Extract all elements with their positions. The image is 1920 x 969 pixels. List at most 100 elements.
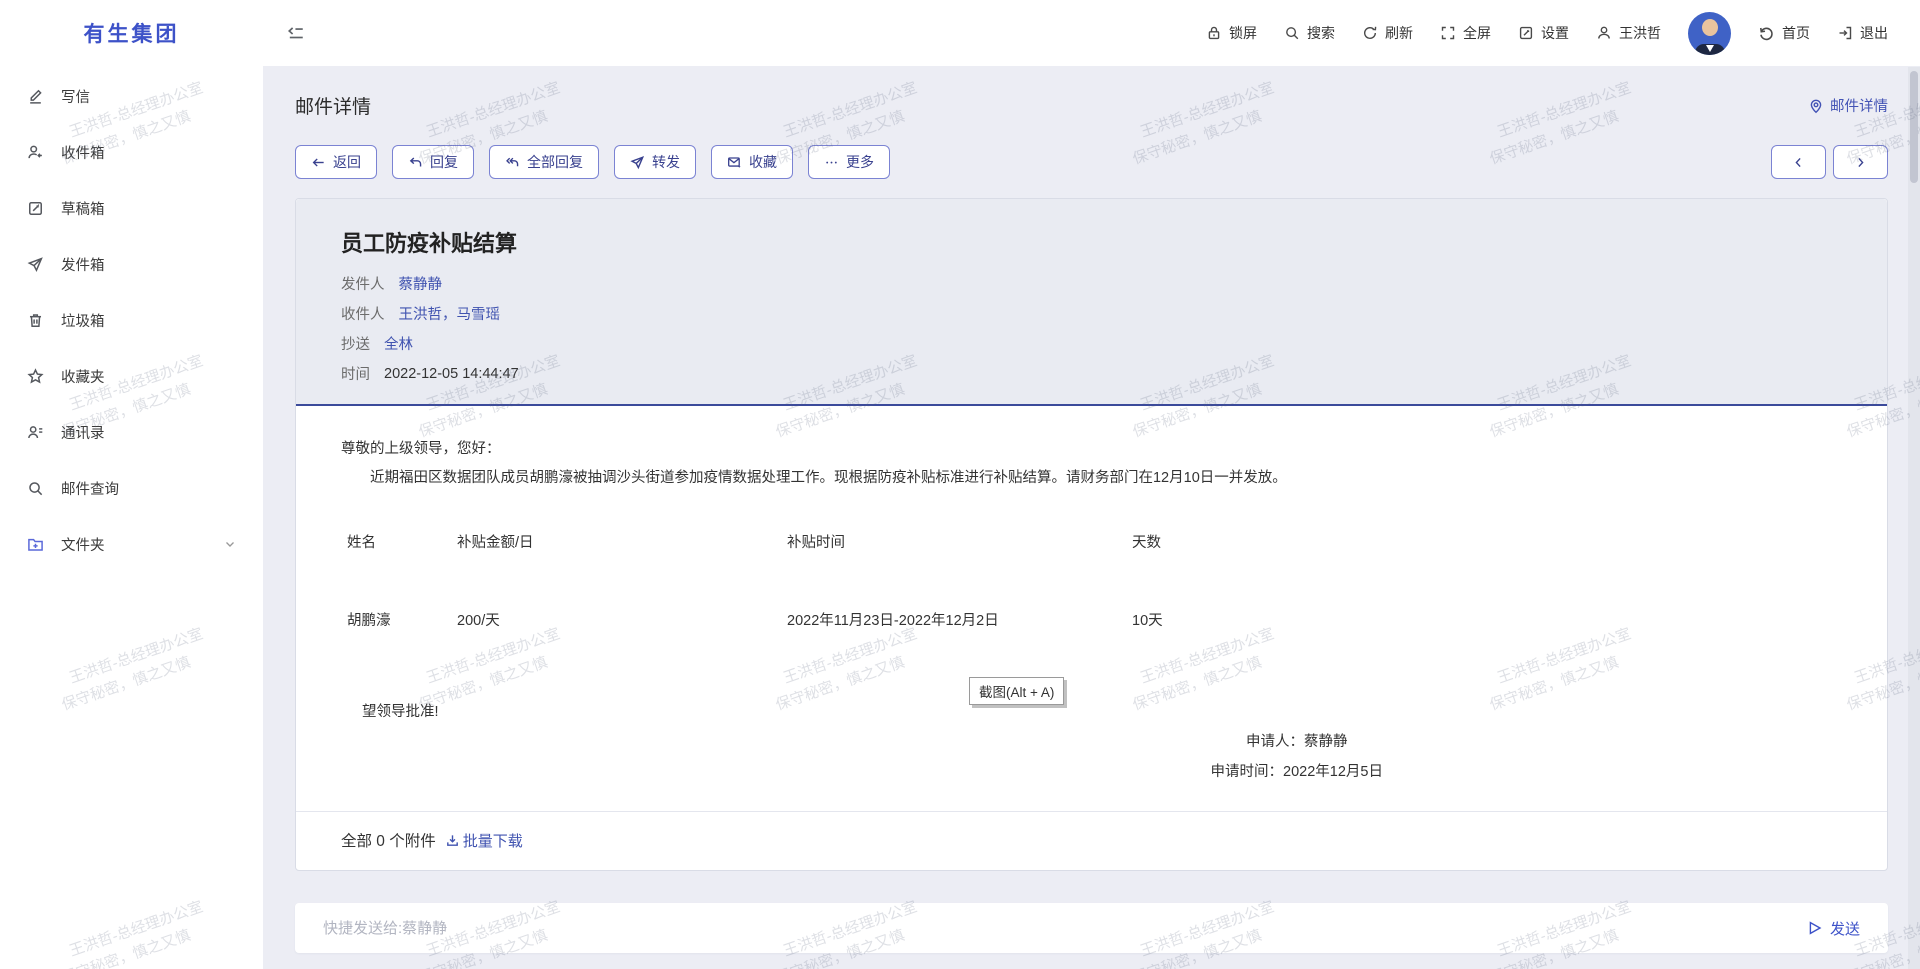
favorite-button[interactable]: 收藏 bbox=[711, 145, 793, 179]
scrollbar-thumb[interactable] bbox=[1910, 71, 1918, 183]
page-title: 邮件详情 bbox=[295, 92, 371, 119]
quick-reply-input[interactable] bbox=[323, 920, 1807, 937]
sent-icon bbox=[27, 256, 44, 273]
sidebar-item-label: 收件箱 bbox=[61, 142, 105, 163]
avatar-collar bbox=[1706, 45, 1714, 52]
col-header: 补贴时间 bbox=[787, 531, 1132, 552]
home-button[interactable]: 首页 bbox=[1758, 23, 1810, 43]
sidebar-item-inbox[interactable]: 收件箱 bbox=[0, 124, 263, 180]
sidebar-item-drafts[interactable]: 草稿箱 bbox=[0, 180, 263, 236]
send-triangle-icon bbox=[1807, 920, 1823, 936]
attachments-summary: 全部 0 个附件 bbox=[341, 829, 436, 851]
time-value: 2022-12-05 14:44:47 bbox=[384, 366, 519, 382]
mail-paragraph: 近期福田区数据团队成员胡鹏濠被抽调沙头街道参加疫情数据处理工作。现根据防疫补贴标… bbox=[341, 468, 1842, 488]
logout-label: 退出 bbox=[1860, 23, 1888, 43]
to-label: 收件人 bbox=[341, 303, 385, 324]
chevron-left-icon bbox=[1792, 156, 1805, 169]
sidebar-item-favorites[interactable]: 收藏夹 bbox=[0, 348, 263, 404]
from-label: 发件人 bbox=[341, 273, 385, 294]
prev-mail-button[interactable] bbox=[1771, 145, 1826, 179]
col-header: 天数 bbox=[1132, 531, 1842, 552]
batch-download-label: 批量下载 bbox=[463, 830, 523, 851]
back-label: 返回 bbox=[333, 152, 361, 172]
forward-label: 转发 bbox=[652, 152, 680, 172]
current-user-name: 王洪哲 bbox=[1619, 23, 1661, 43]
inbox-icon bbox=[27, 144, 44, 161]
sidebar: 写信 收件箱 草稿箱 发件箱 垃圾箱 收藏夹 通讯录 邮件查询 文件夹 bbox=[0, 66, 263, 969]
breadcrumb-label: 邮件详情 bbox=[1830, 95, 1888, 116]
fullscreen-label: 全屏 bbox=[1463, 23, 1491, 43]
sidebar-item-label: 草稿箱 bbox=[61, 198, 105, 219]
cc-value[interactable]: 全林 bbox=[384, 333, 413, 354]
mail-greeting: 尊敬的上级领导，您好： bbox=[341, 439, 1842, 459]
send-label: 发送 bbox=[1830, 918, 1860, 939]
search-button[interactable]: 搜索 bbox=[1284, 23, 1335, 43]
next-mail-button[interactable] bbox=[1833, 145, 1888, 179]
mail-pager bbox=[1771, 145, 1888, 179]
chevron-down-icon bbox=[223, 537, 237, 551]
mail-header: 员工防疫补贴结算 发件人 蔡静静 收件人 王洪哲，马雪瑶 抄送 全林 时间 20… bbox=[296, 199, 1887, 404]
forward-send-icon bbox=[630, 155, 645, 170]
cc-label: 抄送 bbox=[341, 333, 370, 354]
lock-icon bbox=[1206, 25, 1222, 41]
more-icon bbox=[824, 155, 839, 170]
fullscreen-button[interactable]: 全屏 bbox=[1440, 23, 1491, 43]
cell-name: 胡鹏濠 bbox=[347, 609, 457, 630]
reply-all-label: 全部回复 bbox=[527, 152, 583, 172]
sidebar-collapse-icon[interactable] bbox=[287, 24, 305, 42]
sidebar-item-label: 垃圾箱 bbox=[61, 310, 105, 331]
trash-icon bbox=[27, 312, 44, 329]
settings-button[interactable]: 设置 bbox=[1518, 23, 1569, 43]
arrow-left-icon bbox=[311, 155, 326, 170]
reply-all-button[interactable]: 全部回复 bbox=[489, 145, 599, 179]
reply-icon bbox=[408, 155, 423, 170]
logout-button[interactable]: 退出 bbox=[1837, 23, 1888, 43]
signature-block: 申请人：蔡静静 申请时间：2022年12月5日 bbox=[1211, 727, 1383, 787]
location-pin-icon bbox=[1808, 98, 1824, 114]
to-value[interactable]: 王洪哲，马雪瑶 bbox=[399, 303, 501, 324]
mail-time-row: 时间 2022-12-05 14:44:47 bbox=[341, 363, 1842, 384]
forward-button[interactable]: 转发 bbox=[614, 145, 696, 179]
favorite-label: 收藏 bbox=[749, 152, 777, 172]
sidebar-item-compose[interactable]: 写信 bbox=[0, 68, 263, 124]
screenshot-tooltip: 截图(Alt + A) bbox=[969, 677, 1064, 705]
breadcrumb[interactable]: 邮件详情 bbox=[1808, 95, 1888, 116]
subsidy-table-header: 姓名 补贴金额/日 补贴时间 天数 bbox=[347, 531, 1842, 552]
scrollbar-track[interactable] bbox=[1908, 67, 1920, 969]
mail-star-icon bbox=[727, 155, 742, 170]
user-icon bbox=[1596, 25, 1612, 41]
reply-all-icon bbox=[505, 155, 520, 170]
fullscreen-icon bbox=[1440, 25, 1456, 41]
refresh-button[interactable]: 刷新 bbox=[1362, 23, 1413, 43]
cell-period: 2022年11月23日-2022年12月2日 bbox=[787, 609, 1132, 630]
reply-button[interactable]: 回复 bbox=[392, 145, 474, 179]
refresh-label: 刷新 bbox=[1385, 23, 1413, 43]
mail-closing: 望领导批准! bbox=[362, 700, 1842, 721]
batch-download-link[interactable]: 批量下载 bbox=[445, 830, 523, 851]
sidebar-item-label: 文件夹 bbox=[61, 534, 105, 555]
lock-screen-button[interactable]: 锁屏 bbox=[1206, 23, 1257, 43]
sidebar-item-folders[interactable]: 文件夹 bbox=[0, 516, 263, 572]
more-label: 更多 bbox=[846, 152, 874, 172]
sidebar-item-contacts[interactable]: 通讯录 bbox=[0, 404, 263, 460]
topbar-actions: 锁屏 搜索 刷新 全屏 设置 王洪哲 首页 bbox=[1206, 12, 1920, 55]
avatar[interactable] bbox=[1688, 12, 1731, 55]
sidebar-item-mail-search[interactable]: 邮件查询 bbox=[0, 460, 263, 516]
cell-amount: 200/天 bbox=[457, 609, 787, 630]
settings-label: 设置 bbox=[1541, 23, 1569, 43]
more-button[interactable]: 更多 bbox=[808, 145, 890, 179]
mail-search-icon bbox=[27, 480, 44, 497]
current-user-button[interactable]: 王洪哲 bbox=[1596, 23, 1661, 43]
mail-cc-row: 抄送 全林 bbox=[341, 333, 1842, 354]
send-button[interactable]: 发送 bbox=[1807, 918, 1860, 939]
sidebar-item-sent[interactable]: 发件箱 bbox=[0, 236, 263, 292]
mail-to-row: 收件人 王洪哲，马雪瑶 bbox=[341, 303, 1842, 324]
reply-label: 回复 bbox=[430, 152, 458, 172]
topbar: 有生集团 锁屏 搜索 刷新 全屏 设置 王洪哲 bbox=[0, 0, 1920, 66]
sidebar-item-trash[interactable]: 垃圾箱 bbox=[0, 292, 263, 348]
sidebar-item-label: 收藏夹 bbox=[61, 366, 105, 387]
back-button[interactable]: 返回 bbox=[295, 145, 377, 179]
mail-detail-card: 员工防疫补贴结算 发件人 蔡静静 收件人 王洪哲，马雪瑶 抄送 全林 时间 20… bbox=[295, 198, 1888, 871]
folder-plus-icon bbox=[27, 536, 44, 553]
from-value[interactable]: 蔡静静 bbox=[399, 273, 443, 294]
